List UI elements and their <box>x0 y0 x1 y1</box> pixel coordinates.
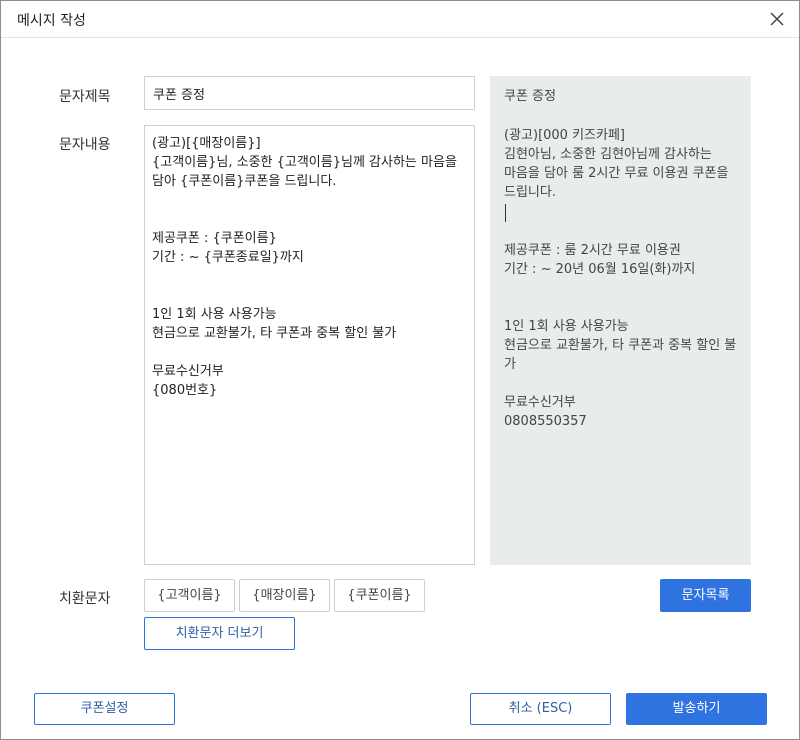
subject-label: 문자제목 <box>59 89 111 105</box>
preview-title: 쿠폰 증정 <box>504 89 556 104</box>
close-button[interactable] <box>765 7 789 31</box>
substitution-label: 치환문자 <box>59 591 111 607</box>
tag-button-store-name[interactable]: {매장이름} <box>239 579 330 612</box>
coupon-settings-button[interactable]: 쿠폰설정 <box>34 693 175 725</box>
message-compose-dialog: 메시지 작성 문자제목 문자내용 (광고)[{매장이름}] {고객이름}님, 소… <box>0 0 800 740</box>
preview-body-rest: 제공쿠폰 : 룸 2시간 무료 이용권 기간 : ~ 20년 06월 16일(화… <box>504 243 737 429</box>
subject-input[interactable] <box>144 76 475 110</box>
text-cursor <box>505 204 506 222</box>
preview-body: (광고)[000 키즈카페] 김현아님, 소중한 김현아님께 감사하는 마음을 … <box>504 128 729 200</box>
content-textarea[interactable]: (광고)[{매장이름}] {고객이름}님, 소중한 {고객이름}님께 감사하는 … <box>144 125 475 565</box>
cancel-button[interactable]: 취소 (ESC) <box>470 693 611 725</box>
tag-button-coupon-name[interactable]: {쿠폰이름} <box>334 579 425 612</box>
message-preview: 쿠폰 증정 (광고)[000 키즈카페] 김현아님, 소중한 김현아님께 감사하… <box>490 76 751 565</box>
close-icon <box>770 12 784 26</box>
title-bar: 메시지 작성 <box>1 1 799 38</box>
window-title: 메시지 작성 <box>17 13 86 29</box>
send-button[interactable]: 발송하기 <box>626 693 767 725</box>
tag-button-customer-name[interactable]: {고객이름} <box>144 579 235 612</box>
content-label: 문자내용 <box>59 137 111 153</box>
message-list-button[interactable]: 문자목록 <box>660 579 751 612</box>
more-substitutions-button[interactable]: 치환문자 더보기 <box>144 617 295 650</box>
